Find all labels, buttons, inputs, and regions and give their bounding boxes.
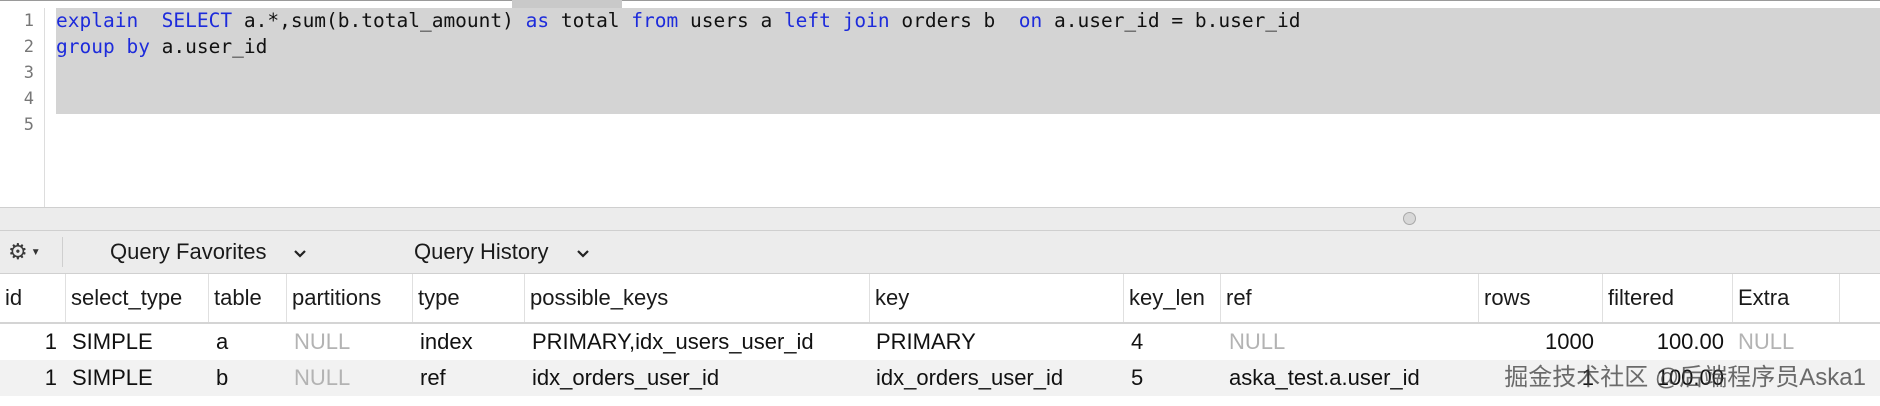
keyword-join: join [842, 9, 890, 32]
column-header-possible-keys[interactable]: possible_keys [525, 274, 870, 322]
column-header-key[interactable]: key [870, 274, 1124, 322]
keyword-group: group [56, 35, 115, 58]
watermark: 掘金技术社区 @后端程序员Aska1 [1504, 364, 1866, 391]
cell-select-type: SIMPLE [72, 329, 153, 354]
code-text: a.user_id [149, 35, 268, 58]
column-header-table[interactable]: table [209, 274, 287, 322]
cell-id: 1 [44, 365, 57, 390]
cell-extra: NULL [1738, 329, 1795, 354]
caret-down-icon: ▼ [30, 246, 41, 258]
query-toolbar: ⚙ ▼ Query Favorites Query History [0, 231, 1880, 274]
line-number: 1 [23, 11, 34, 31]
line-number: 5 [23, 115, 34, 135]
column-header-rows[interactable]: rows [1479, 274, 1603, 322]
keyword-as: as [525, 9, 550, 32]
cell-key: PRIMARY [876, 329, 976, 354]
line-number: 4 [23, 89, 34, 109]
code-text: users a [678, 9, 784, 32]
keyword-from: from [631, 9, 679, 32]
cell-id: 1 [44, 329, 57, 354]
query-favorites-label: Query Favorites [110, 239, 267, 264]
chevron-down-icon [576, 239, 590, 265]
line-number-gutter: 1 2 3 4 5 [0, 8, 45, 208]
splitter-handle[interactable] [1403, 212, 1416, 225]
code-line-1: explain SELECT a.*,sum(b.total_amount) a… [56, 8, 1301, 34]
column-header-id[interactable]: id [0, 274, 66, 322]
cell-partitions: NULL [294, 365, 351, 390]
toolbar-divider [62, 237, 63, 267]
keyword-by: by [126, 35, 150, 58]
column-header-select-type[interactable]: select_type [66, 274, 209, 322]
pane-splitter[interactable] [0, 207, 1880, 231]
cell-key-len: 4 [1131, 329, 1144, 354]
column-header-key-len[interactable]: key_len [1124, 274, 1221, 322]
keyword-select: SELECT [161, 9, 233, 32]
query-history-dropdown[interactable]: Query History [414, 237, 590, 267]
cell-table: a [216, 329, 229, 354]
cell-key-len: 5 [1131, 365, 1144, 390]
chevron-down-icon [293, 239, 307, 265]
cell-key: idx_orders_user_id [876, 365, 1064, 390]
code-text: orders b [889, 9, 1019, 32]
line-number: 2 [23, 37, 34, 57]
column-header-type[interactable]: type [413, 274, 525, 322]
table-row[interactable]: 1 SIMPLE a NULL index PRIMARY,idx_users_… [0, 324, 1880, 360]
keyword-on: on [1018, 9, 1043, 32]
code-line-2: group by a.user_id [56, 34, 267, 60]
column-header-filtered[interactable]: filtered [1603, 274, 1733, 322]
results-header-row: id select_type table partitions type pos… [0, 274, 1880, 324]
code-text: a.user_id = b.user_id [1042, 9, 1301, 32]
cell-rows: 1000 [1545, 329, 1594, 354]
column-header-ref[interactable]: ref [1221, 274, 1479, 322]
cell-ref: aska_test.a.user_id [1229, 365, 1420, 390]
query-history-label: Query History [414, 239, 549, 264]
cell-possible-keys: idx_orders_user_id [532, 365, 720, 390]
cell-type: ref [420, 365, 446, 390]
sql-editor[interactable]: 1 2 3 4 5 explain SELECT a.*,sum(b.total… [0, 0, 1880, 208]
line-number: 3 [23, 63, 34, 83]
code-text: a.*,sum(b.total_amount) [232, 9, 526, 32]
cell-ref: NULL [1229, 329, 1286, 354]
results-table: id select_type table partitions type pos… [0, 274, 1880, 406]
cell-table: b [216, 365, 229, 390]
cell-type: index [420, 329, 473, 354]
column-header-extra[interactable]: Extra [1733, 274, 1840, 322]
keyword-left: left [783, 9, 831, 32]
cell-possible-keys: PRIMARY,idx_users_user_id [532, 329, 814, 354]
query-favorites-dropdown[interactable]: Query Favorites [110, 237, 307, 267]
code-text: total [549, 9, 632, 32]
cell-select-type: SIMPLE [72, 365, 153, 390]
cell-filtered: 100.00 [1656, 329, 1724, 354]
gear-menu-button[interactable]: ⚙ ▼ [8, 237, 54, 267]
column-header-partitions[interactable]: partitions [287, 274, 413, 322]
keyword-explain: explain [56, 9, 139, 32]
cell-partitions: NULL [294, 329, 351, 354]
gear-icon: ⚙ [8, 239, 28, 264]
